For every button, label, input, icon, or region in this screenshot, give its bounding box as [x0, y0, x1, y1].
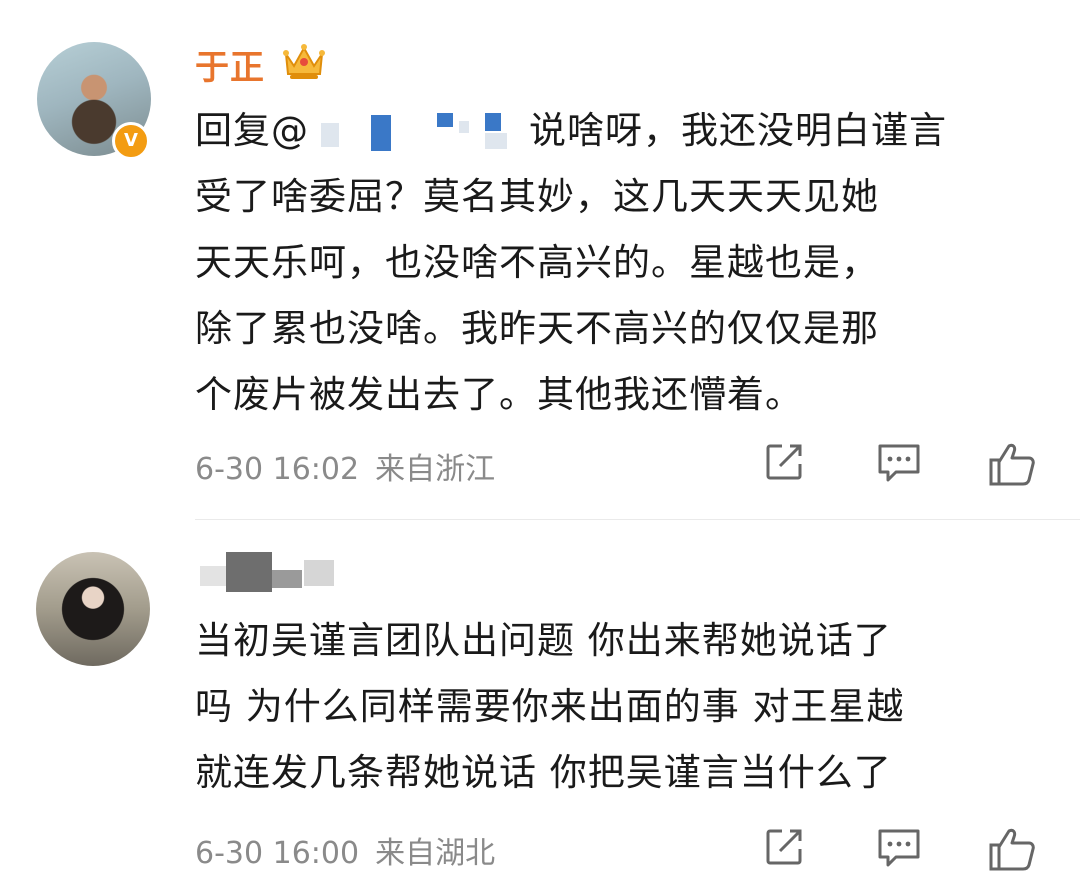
- comment-meta: 6-30 16:02 来自浙江: [195, 444, 495, 488]
- thumbs-up-icon[interactable]: [987, 825, 1037, 873]
- comment-meta: 6-30 16:00 来自湖北: [195, 828, 495, 872]
- location: 来自浙江: [375, 452, 496, 487]
- crown-icon: [283, 44, 325, 79]
- share-icon[interactable]: [762, 440, 806, 484]
- location: 来自湖北: [375, 836, 496, 871]
- user-avatar[interactable]: [36, 552, 150, 666]
- comment-icon[interactable]: [876, 440, 922, 484]
- redacted-username[interactable]: [200, 548, 340, 592]
- comment-text: 回复@ 说啥呀，我还没明白谨言 受了啥委屈？莫名其妙，这几天天天见她 天天乐呵，也…: [195, 109, 947, 416]
- comment-item: V 于正 回复@ 说啥呀，我还没明白谨言 受了啥委屈？莫名其妙，这几天天天见她 天…: [0, 0, 1080, 520]
- reply-prefix: 回复@: [195, 109, 309, 152]
- share-icon[interactable]: [762, 825, 806, 869]
- timestamp: 6-30 16:00: [195, 836, 360, 871]
- username[interactable]: 于正: [195, 40, 265, 89]
- verified-badge: V: [112, 122, 150, 160]
- comment-text: 当初吴谨言团队出问题 你出来帮她说话了 吗 为什么同样需要你来出面的事 对王星越…: [195, 619, 905, 794]
- comment-icon[interactable]: [876, 825, 922, 869]
- comment-item: 当初吴谨言团队出问题 你出来帮她说话了 吗 为什么同样需要你来出面的事 对王星越…: [0, 520, 1080, 871]
- timestamp: 6-30 16:02: [195, 452, 360, 487]
- thumbs-up-icon[interactable]: [987, 440, 1037, 488]
- redacted-mention: [309, 112, 529, 153]
